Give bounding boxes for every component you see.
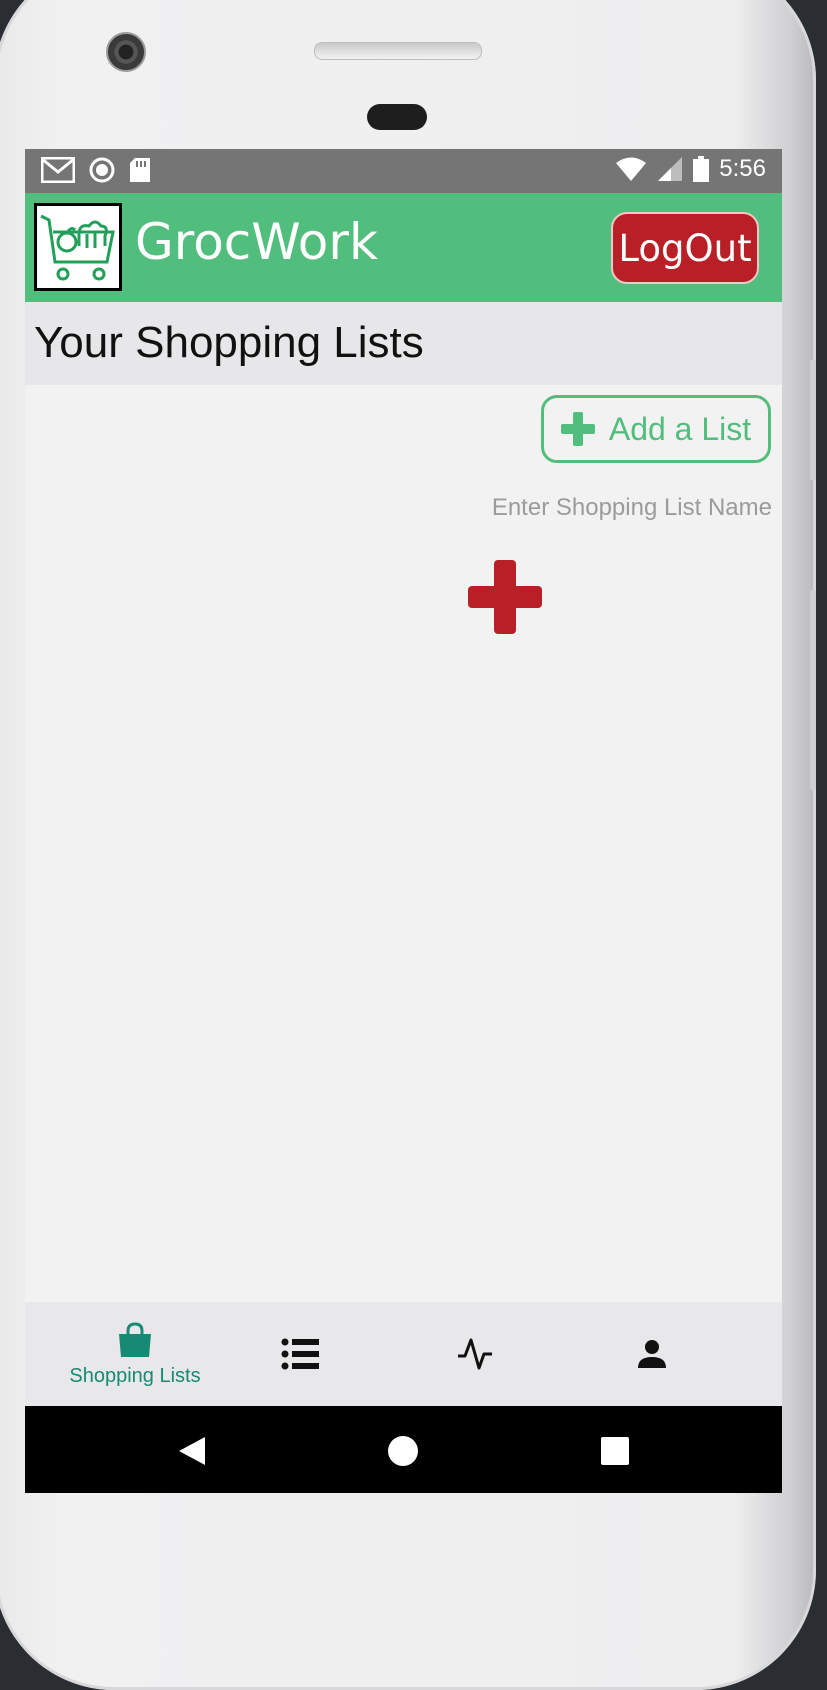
lists-content: Add a List [25, 385, 782, 1300]
activity-icon [458, 1338, 492, 1370]
add-list-button[interactable]: Add a List [541, 395, 771, 463]
section-header: Your Shopping Lists [25, 302, 782, 385]
logout-button[interactable]: LogOut [611, 212, 759, 284]
earpiece-speaker [314, 42, 482, 60]
volume-button [810, 360, 816, 480]
app-title: GrocWork [135, 213, 378, 271]
list-icon [281, 1338, 319, 1370]
bottom-navigation: Shopping Lists [25, 1302, 782, 1406]
person-icon [638, 1340, 666, 1368]
nav-item-profile[interactable] [612, 1302, 692, 1406]
add-plus-icon[interactable] [468, 560, 542, 634]
shopping-list-name-input[interactable] [450, 493, 774, 523]
app-bar: GrocWork LogOut [25, 193, 782, 302]
front-camera [106, 32, 146, 72]
add-list-label: Add a List [608, 410, 752, 447]
proximity-sensor [367, 104, 427, 130]
nav-label-shopping-lists: Shopping Lists [69, 1364, 201, 1387]
wifi-icon [616, 157, 647, 181]
plus-icon [560, 412, 595, 446]
nav-item-lists[interactable] [260, 1302, 340, 1406]
page-title: Your Shopping Lists [34, 318, 424, 367]
android-navigation-bar [25, 1406, 782, 1493]
record-icon [89, 157, 115, 183]
gmail-icon [41, 157, 75, 183]
shopping-bag-icon [119, 1321, 151, 1357]
home-icon[interactable] [387, 1435, 419, 1467]
status-time: 5:56 [719, 155, 766, 182]
recents-icon[interactable] [601, 1437, 629, 1465]
power-button [810, 590, 816, 790]
sd-card-icon [130, 158, 150, 182]
back-icon[interactable] [177, 1435, 207, 1467]
nav-item-shopping-lists[interactable]: Shopping Lists [55, 1302, 215, 1406]
nav-item-activity[interactable] [435, 1302, 515, 1406]
app-screen: 5:56 GrocWork LogOut Your Shopping Lists… [25, 149, 782, 1493]
status-bar: 5:56 [25, 149, 782, 193]
battery-icon [693, 156, 710, 182]
grocery-cart-logo [34, 203, 122, 291]
signal-icon [658, 157, 683, 181]
